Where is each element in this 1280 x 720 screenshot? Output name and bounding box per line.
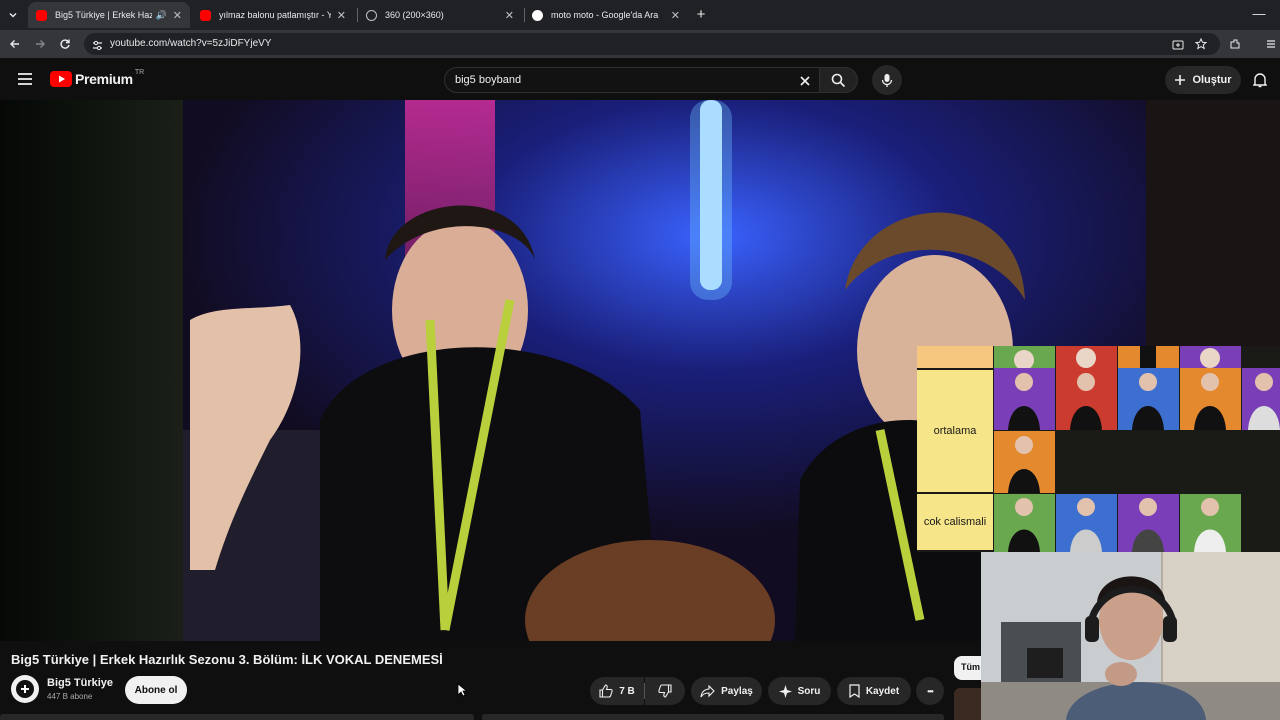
thumbs-down-icon	[658, 684, 672, 698]
browser-tab[interactable]: yılmaz balonu patlamıştır - You ✕	[192, 2, 354, 28]
tier-item-thumbnail[interactable]	[1118, 346, 1179, 368]
logo-text: Premium	[75, 71, 133, 87]
close-tab-icon[interactable]: ✕	[671, 9, 680, 22]
tier-item-thumbnail[interactable]	[1056, 368, 1117, 430]
audio-playing-icon[interactable]: 🔊	[156, 10, 167, 21]
tier-item-thumbnail[interactable]	[994, 431, 1055, 493]
extensions-icon[interactable]	[1226, 35, 1244, 53]
browser-tab-strip: Big5 Türkiye | Erkek Hazırlık 🔊 ✕ yılmaz…	[0, 0, 1280, 30]
ask-label: Soru	[797, 685, 821, 697]
create-label: Oluştur	[1192, 74, 1232, 86]
cast-icon[interactable]	[1172, 38, 1184, 56]
search-query-text: big5 boyband	[455, 74, 522, 86]
thumbs-up-icon	[599, 684, 613, 698]
search-input[interactable]: big5 boyband	[444, 67, 820, 93]
bookmark-star-icon[interactable]	[1194, 37, 1208, 55]
tier-item-thumbnail[interactable]	[1056, 494, 1117, 552]
tier-item-thumbnail[interactable]	[1180, 494, 1241, 552]
video-title: Big5 Türkiye | Erkek Hazırlık Sezonu 3. …	[11, 652, 443, 667]
tier-item-thumbnail[interactable]	[994, 494, 1055, 552]
comments-panel-edge	[482, 714, 944, 720]
recommended-video-thumbnail[interactable]	[954, 688, 981, 720]
share-label: Paylaş	[721, 685, 753, 697]
webcam-frame	[981, 552, 1280, 720]
subscriber-count: 447 B abone	[47, 692, 93, 701]
create-button[interactable]: Oluştur	[1165, 66, 1241, 94]
bookmark-icon	[849, 684, 860, 698]
tab-title: 360 (200×360)	[385, 10, 444, 20]
microphone-icon	[881, 73, 893, 87]
menu-icon[interactable]	[17, 72, 33, 91]
notifications-icon[interactable]	[1252, 72, 1268, 93]
like-button[interactable]: 7 B	[590, 677, 644, 705]
channel-name[interactable]: Big5 Türkiye	[47, 677, 113, 689]
tier-item-thumbnail[interactable]	[1118, 494, 1179, 552]
forward-icon[interactable]	[31, 35, 49, 53]
channel-avatar[interactable]	[11, 675, 39, 703]
tier-item-thumbnail[interactable]	[1118, 368, 1179, 430]
globe-favicon-icon	[366, 9, 377, 21]
browser-menu-icon[interactable]	[1262, 35, 1280, 53]
tab-title: yılmaz balonu patlamıştır - You	[219, 10, 331, 20]
youtube-favicon-icon	[36, 9, 47, 21]
tab-title: Big5 Türkiye | Erkek Hazırlık	[55, 10, 152, 20]
youtube-favicon-icon	[200, 9, 211, 21]
tier-label: ortalama	[917, 370, 993, 494]
address-bar[interactable]: youtube.com/watch?v=5zJiDFYjeVY	[84, 33, 1220, 55]
sparkle-icon	[778, 684, 792, 698]
plus-icon	[1175, 75, 1186, 85]
dislike-button[interactable]	[645, 677, 685, 705]
mouse-cursor-icon	[457, 683, 468, 702]
subscribe-button[interactable]: Abone ol	[125, 676, 187, 704]
browser-toolbar: youtube.com/watch?v=5zJiDFYjeVY	[0, 30, 1280, 58]
tab-title: moto moto - Google'da Ara	[551, 10, 659, 20]
youtube-header: Premium TR big5 boyband Oluştur	[0, 61, 1280, 99]
tier-label: cok calismali	[917, 494, 993, 552]
search-icon	[831, 73, 846, 87]
logo-region: TR	[134, 68, 145, 76]
close-tab-icon[interactable]: ✕	[173, 9, 182, 22]
tier-item-thumbnail[interactable]	[994, 368, 1055, 430]
tier-label	[917, 346, 993, 370]
tier-item-thumbnail[interactable]	[1242, 368, 1280, 430]
streamer-webcam	[981, 552, 1280, 720]
url-text: youtube.com/watch?v=5zJiDFYjeVY	[110, 38, 272, 49]
new-tab-button[interactable]: +	[692, 5, 710, 23]
ask-button[interactable]: Soru	[768, 677, 831, 705]
minimize-window-button[interactable]: —	[1250, 4, 1268, 22]
close-tab-icon[interactable]: ✕	[505, 9, 514, 22]
tier-item-thumbnail[interactable]	[1056, 346, 1117, 368]
share-button[interactable]: Paylaş	[691, 677, 762, 705]
voice-search-button[interactable]	[872, 65, 902, 95]
back-icon[interactable]	[6, 35, 24, 53]
youtube-logo-icon	[50, 71, 72, 87]
share-icon	[700, 684, 715, 697]
filter-chip-all[interactable]: Tüm	[954, 656, 981, 680]
site-info-icon[interactable]	[92, 38, 103, 56]
like-count: 7 B	[619, 685, 635, 697]
browser-tab[interactable]: Big5 Türkiye | Erkek Hazırlık 🔊 ✕	[28, 2, 190, 28]
channel-logo-icon	[16, 680, 34, 698]
clear-search-icon[interactable]	[799, 74, 811, 92]
tier-item-thumbnail[interactable]	[1180, 346, 1241, 368]
browser-tab[interactable]: 360 (200×360) ✕	[358, 2, 522, 28]
tier-list-overlay: ortalama cok calismali	[917, 346, 1280, 552]
google-favicon-icon	[532, 9, 543, 21]
save-label: Kaydet	[865, 685, 900, 697]
save-button[interactable]: Kaydet	[837, 677, 911, 705]
search-button[interactable]	[820, 67, 858, 93]
description-panel-edge	[0, 714, 474, 720]
reload-icon[interactable]	[56, 35, 74, 53]
browser-tab[interactable]: moto moto - Google'da Ara ✕	[524, 2, 688, 28]
close-tab-icon[interactable]: ✕	[337, 9, 346, 22]
tier-item-thumbnail[interactable]	[1180, 368, 1241, 430]
youtube-logo[interactable]: Premium TR	[50, 68, 145, 87]
tier-item-thumbnail[interactable]	[994, 346, 1055, 368]
tab-search-chevron-icon[interactable]	[4, 6, 22, 24]
more-actions-button[interactable]: •••	[916, 677, 944, 705]
